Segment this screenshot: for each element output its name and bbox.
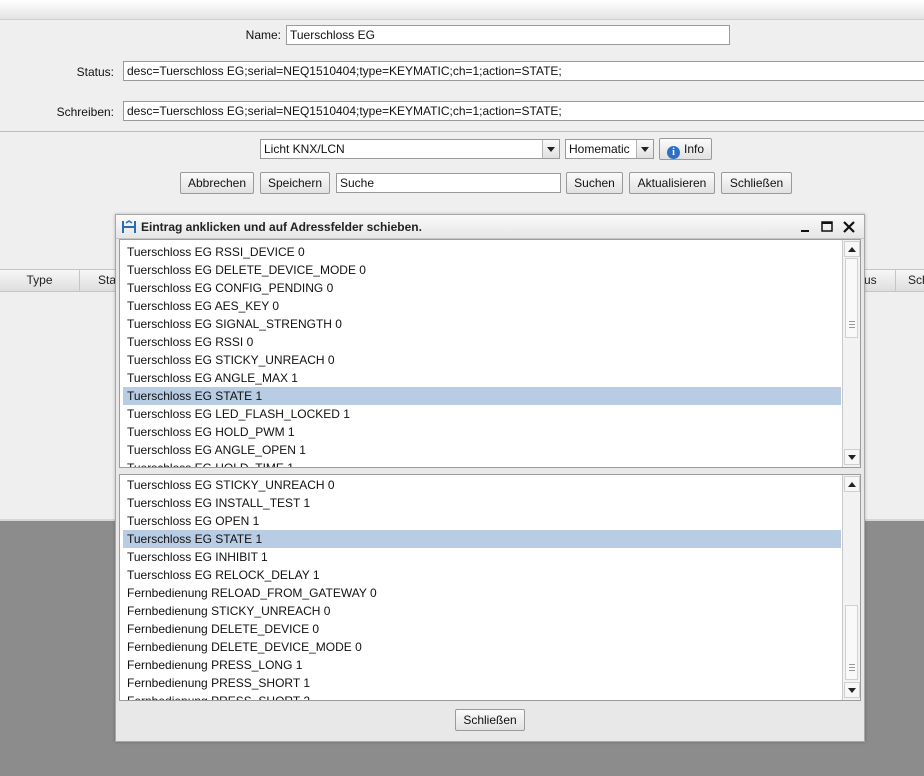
- system-select[interactable]: Homematic: [565, 139, 654, 159]
- minimize-icon[interactable]: [796, 219, 814, 235]
- maximize-icon[interactable]: [818, 219, 836, 235]
- scrollbar-thumb[interactable]: [845, 605, 858, 680]
- top-bar: [0, 0, 924, 20]
- list-item[interactable]: Fernbedienung PRESS_SHORT 2: [123, 692, 841, 700]
- info-button[interactable]: i Info: [659, 138, 712, 160]
- list-item[interactable]: Tuerschloss EG ANGLE_MAX 1: [123, 369, 841, 387]
- list-item[interactable]: Tuerschloss EG STATE 1: [123, 530, 841, 548]
- list-item[interactable]: Fernbedienung PRESS_SHORT 1: [123, 674, 841, 692]
- close-icon[interactable]: [840, 219, 858, 235]
- name-label: Name:: [245, 28, 281, 42]
- scroll-up-icon[interactable]: [844, 476, 860, 492]
- status-field[interactable]: desc=Tuerschloss EG;serial=NEQ1510404;ty…: [123, 61, 924, 81]
- list-item[interactable]: Tuerschloss EG DELETE_DEVICE_MODE 0: [123, 261, 841, 279]
- list-item[interactable]: Tuerschloss EG STICKY_UNREACH 0: [123, 351, 841, 369]
- list-item[interactable]: Tuerschloss EG LED_FLASH_LOCKED 1: [123, 405, 841, 423]
- list-item[interactable]: Tuerschloss EG INSTALL_TEST 1: [123, 494, 841, 512]
- list-item[interactable]: Tuerschloss EG RELOCK_DELAY 1: [123, 566, 841, 584]
- bus-select[interactable]: Licht KNX/LCN: [260, 139, 560, 159]
- scroll-up-icon[interactable]: [844, 241, 860, 257]
- list-item[interactable]: Tuerschloss EG OPEN 1: [123, 512, 841, 530]
- scroll-down-icon[interactable]: [844, 682, 860, 698]
- bus-select-value: Licht KNX/LCN: [264, 142, 345, 156]
- upper-datapoint-list[interactable]: Tuerschloss EG HOLD_TIME 1 Tuerschloss EG…: [119, 239, 861, 468]
- write-label: Schreiben:: [56, 105, 114, 119]
- scroll-down-icon[interactable]: [844, 449, 860, 465]
- scrollbar-thumb[interactable]: [845, 258, 858, 338]
- refresh-button[interactable]: Aktualisieren: [629, 172, 715, 194]
- dialog-title-bar[interactable]: Eintrag anklicken und auf Adressfelder s…: [116, 215, 864, 239]
- list-item[interactable]: Fernbedienung STICKY_UNREACH 0: [123, 602, 841, 620]
- info-button-label: Info: [683, 142, 704, 156]
- status-label: Status:: [76, 65, 114, 79]
- dialog-close-button[interactable]: Schließen: [455, 709, 525, 731]
- chevron-down-icon[interactable]: [542, 140, 559, 158]
- info-icon: i: [666, 146, 680, 159]
- lower-datapoint-list[interactable]: Fernbedienung PRESS_SHORT 2 Fernbedienung…: [119, 474, 861, 701]
- upper-list-scrollbar[interactable]: [842, 240, 860, 467]
- list-item[interactable]: Tuerschloss EG STICKY_UNREACH 0: [123, 476, 841, 494]
- list-item[interactable]: Tuerschloss EG HOLD_PWM 1: [123, 423, 841, 441]
- list-item[interactable]: Tuerschloss EG AES_KEY 0: [123, 297, 841, 315]
- column-header-type[interactable]: Type: [0, 270, 80, 291]
- cancel-button[interactable]: Abbrechen: [180, 172, 254, 194]
- chevron-down-icon[interactable]: [636, 140, 653, 158]
- address-picker-dialog: Eintrag anklicken und auf Adressfelder s…: [115, 214, 865, 742]
- list-item[interactable]: Tuerschloss EG HOLD_TIME 1: [123, 459, 841, 467]
- system-select-value: Homematic: [569, 142, 630, 156]
- divider: [0, 131, 924, 132]
- dialog-title: Eintrag anklicken und auf Adressfelder s…: [141, 220, 422, 234]
- name-field[interactable]: Tuerschloss EG: [286, 25, 730, 45]
- list-item[interactable]: Fernbedienung RELOAD_FROM_GATEWAY 0: [123, 584, 841, 602]
- column-header-write[interactable]: Sch: [896, 270, 924, 291]
- close-button[interactable]: Schließen: [721, 172, 792, 194]
- list-item[interactable]: Tuerschloss EG CONFIG_PENDING 0: [123, 279, 841, 297]
- app-window-icon: [122, 220, 136, 233]
- list-item[interactable]: Fernbedienung DELETE_DEVICE_MODE 0: [123, 638, 841, 656]
- list-item[interactable]: Fernbedienung DELETE_DEVICE 0: [123, 620, 841, 638]
- list-item[interactable]: Tuerschloss EG ANGLE_OPEN 1: [123, 441, 841, 459]
- write-field[interactable]: desc=Tuerschloss EG;serial=NEQ1510404;ty…: [123, 101, 924, 121]
- list-item[interactable]: Tuerschloss EG RSSI_DEVICE 0: [123, 243, 841, 261]
- list-item[interactable]: Tuerschloss EG SIGNAL_STRENGTH 0: [123, 315, 841, 333]
- lower-list-scrollbar[interactable]: [842, 475, 860, 700]
- list-item[interactable]: Tuerschloss EG INHIBIT 1: [123, 548, 841, 566]
- search-button[interactable]: Suchen: [566, 172, 623, 194]
- save-button[interactable]: Speichern: [260, 172, 330, 194]
- search-input[interactable]: Suche: [336, 173, 561, 193]
- list-item[interactable]: Tuerschloss EG RSSI 0: [123, 333, 841, 351]
- list-item[interactable]: Tuerschloss EG STATE 1: [123, 387, 841, 405]
- list-item[interactable]: Fernbedienung PRESS_LONG 1: [123, 656, 841, 674]
